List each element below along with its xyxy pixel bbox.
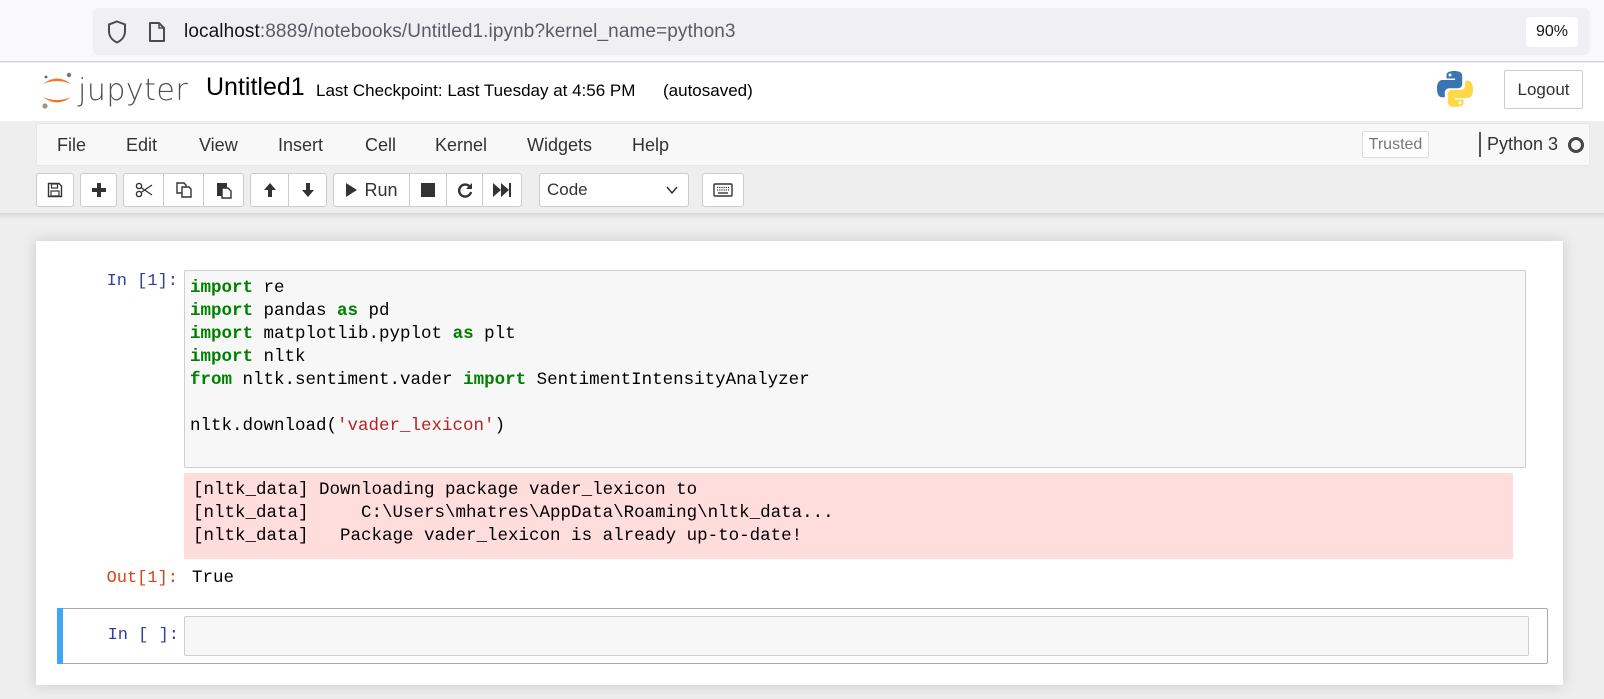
code-keyword: import xyxy=(190,301,254,321)
menu-insert[interactable]: Insert xyxy=(278,135,323,156)
code-string: 'vader_lexicon' xyxy=(337,416,495,436)
code-keyword: import xyxy=(190,324,254,344)
play-icon xyxy=(346,183,358,197)
paste-button[interactable] xyxy=(203,173,244,207)
autosave-status: (autosaved) xyxy=(663,81,753,100)
cell-type-value: Code xyxy=(547,180,588,199)
code-editor-empty[interactable] xyxy=(184,616,1529,656)
code-text: ) xyxy=(494,416,506,436)
code-line: import re xyxy=(190,277,1520,300)
paste-icon xyxy=(216,183,232,199)
menu-cell[interactable]: Cell xyxy=(365,135,396,156)
jupyter-logo-icon xyxy=(42,72,72,109)
logo-text: jupyter xyxy=(78,72,189,108)
jupyter-logo[interactable]: jupyter xyxy=(40,69,188,111)
python-logo-icon xyxy=(1435,69,1475,114)
save-button[interactable] xyxy=(36,173,74,207)
url-host: localhost xyxy=(184,20,260,42)
stop-icon xyxy=(421,183,435,197)
selected-cell[interactable]: In [ ]: xyxy=(57,608,1548,664)
trusted-indicator[interactable]: Trusted xyxy=(1362,131,1429,158)
code-keyword: from xyxy=(190,370,233,390)
code-keyword: as xyxy=(452,324,474,344)
kernel-idle-icon xyxy=(1568,137,1584,153)
chevron-down-icon xyxy=(666,186,678,195)
code-text: nltk.download( xyxy=(190,416,338,436)
input-prompt: In [ ]: xyxy=(107,626,179,645)
notebook-title[interactable]: Untitled1 xyxy=(206,73,305,102)
stderr-output: [nltk_data] Downloading package vader_le… xyxy=(184,473,1513,559)
cell-type-select[interactable]: Code xyxy=(539,173,689,207)
arrow-up-icon xyxy=(263,183,276,197)
code-line: from nltk.sentiment.vader import Sentime… xyxy=(190,369,1520,392)
command-palette-button[interactable] xyxy=(702,173,744,207)
code-text: pd xyxy=(358,301,390,321)
code-keyword: import xyxy=(190,278,254,298)
menu-help[interactable]: Help xyxy=(632,135,669,156)
menu-kernel[interactable]: Kernel xyxy=(435,135,487,156)
fast-forward-icon xyxy=(493,183,511,197)
header-shadow xyxy=(0,213,1604,219)
code-text: nltk xyxy=(253,347,306,367)
code-text: plt xyxy=(473,324,516,344)
stderr-line: [nltk_data] Downloading package vader_le… xyxy=(193,480,698,500)
code-line: import pandas as pd xyxy=(190,300,1520,323)
menu-widgets[interactable]: Widgets xyxy=(527,135,592,156)
code-line: import nltk xyxy=(190,346,1520,369)
logout-button[interactable]: Logout xyxy=(1504,70,1583,109)
kernel-name[interactable]: Python 3 xyxy=(1487,134,1558,155)
input-prompt: In [1]: xyxy=(106,272,178,291)
code-editor[interactable]: import re import pandas as pd import matpl… xyxy=(184,270,1526,468)
code-keyword: import xyxy=(190,347,254,367)
stderr-line: [nltk_data] Package vader_lexicon is alr… xyxy=(193,526,803,546)
copy-button[interactable] xyxy=(163,173,204,207)
output-result: True xyxy=(192,568,235,588)
cut-button[interactable] xyxy=(123,173,164,207)
run-label: Run xyxy=(364,179,398,200)
code-line: import matplotlib.pyplot as plt xyxy=(190,323,1520,346)
zoom-level-badge[interactable]: 90% xyxy=(1526,17,1578,47)
keyboard-icon xyxy=(713,183,733,197)
shield-icon[interactable] xyxy=(106,19,128,45)
interrupt-kernel-button[interactable] xyxy=(409,173,447,207)
menu-view[interactable]: View xyxy=(199,135,238,156)
insert-cell-button[interactable] xyxy=(80,173,117,207)
code-text: matplotlib.pyplot xyxy=(253,324,453,344)
restart-kernel-button[interactable] xyxy=(446,173,483,207)
url-text[interactable]: localhost:8889/notebooks/Untitled1.ipynb… xyxy=(184,21,736,43)
code-text: pandas xyxy=(253,301,338,321)
divider xyxy=(1479,132,1481,157)
save-icon xyxy=(47,182,63,198)
checkpoint-status: Last Checkpoint: Last Tuesday at 4:56 PM xyxy=(316,81,636,100)
scissors-icon xyxy=(135,182,152,198)
restart-run-all-button[interactable] xyxy=(482,173,522,207)
code-text: SentimentIntensityAnalyzer xyxy=(526,370,810,390)
menubar: File Edit View Insert Cell Kernel Widget… xyxy=(36,123,1590,166)
notebook-container: In [1]: import re import pandas as pd impo… xyxy=(36,241,1563,685)
page-icon[interactable] xyxy=(146,19,168,45)
copy-icon xyxy=(175,182,192,198)
menu-file[interactable]: File xyxy=(57,135,86,156)
move-down-button[interactable] xyxy=(288,173,327,207)
browser-toolbar: localhost:8889/notebooks/Untitled1.ipynb… xyxy=(0,0,1604,62)
move-up-button[interactable] xyxy=(250,173,289,207)
menu-edit[interactable]: Edit xyxy=(126,135,157,156)
notebook-toolbar: Run Code xyxy=(36,173,1596,209)
code-keyword: import xyxy=(463,370,527,390)
stderr-line: [nltk_data] C:\Users\mhatres\AppData\Roa… xyxy=(193,503,834,523)
run-button[interactable]: Run xyxy=(333,173,410,207)
plus-icon xyxy=(91,183,106,197)
address-bar[interactable]: localhost:8889/notebooks/Untitled1.ipynb… xyxy=(93,8,1590,55)
code-text: nltk.sentiment.vader xyxy=(232,370,464,390)
arrow-down-icon xyxy=(301,183,314,197)
code-text: re xyxy=(253,278,285,298)
url-path: :8889/notebooks/Untitled1.ipynb?kernel_n… xyxy=(259,20,736,42)
restart-icon xyxy=(457,183,472,198)
code-line: nltk.download('vader_lexicon') xyxy=(190,415,1520,438)
code-keyword: as xyxy=(337,301,359,321)
output-prompt: Out[1]: xyxy=(106,569,178,588)
jupyter-header: jupyter Untitled1 Last Checkpoint: Last … xyxy=(0,63,1604,121)
